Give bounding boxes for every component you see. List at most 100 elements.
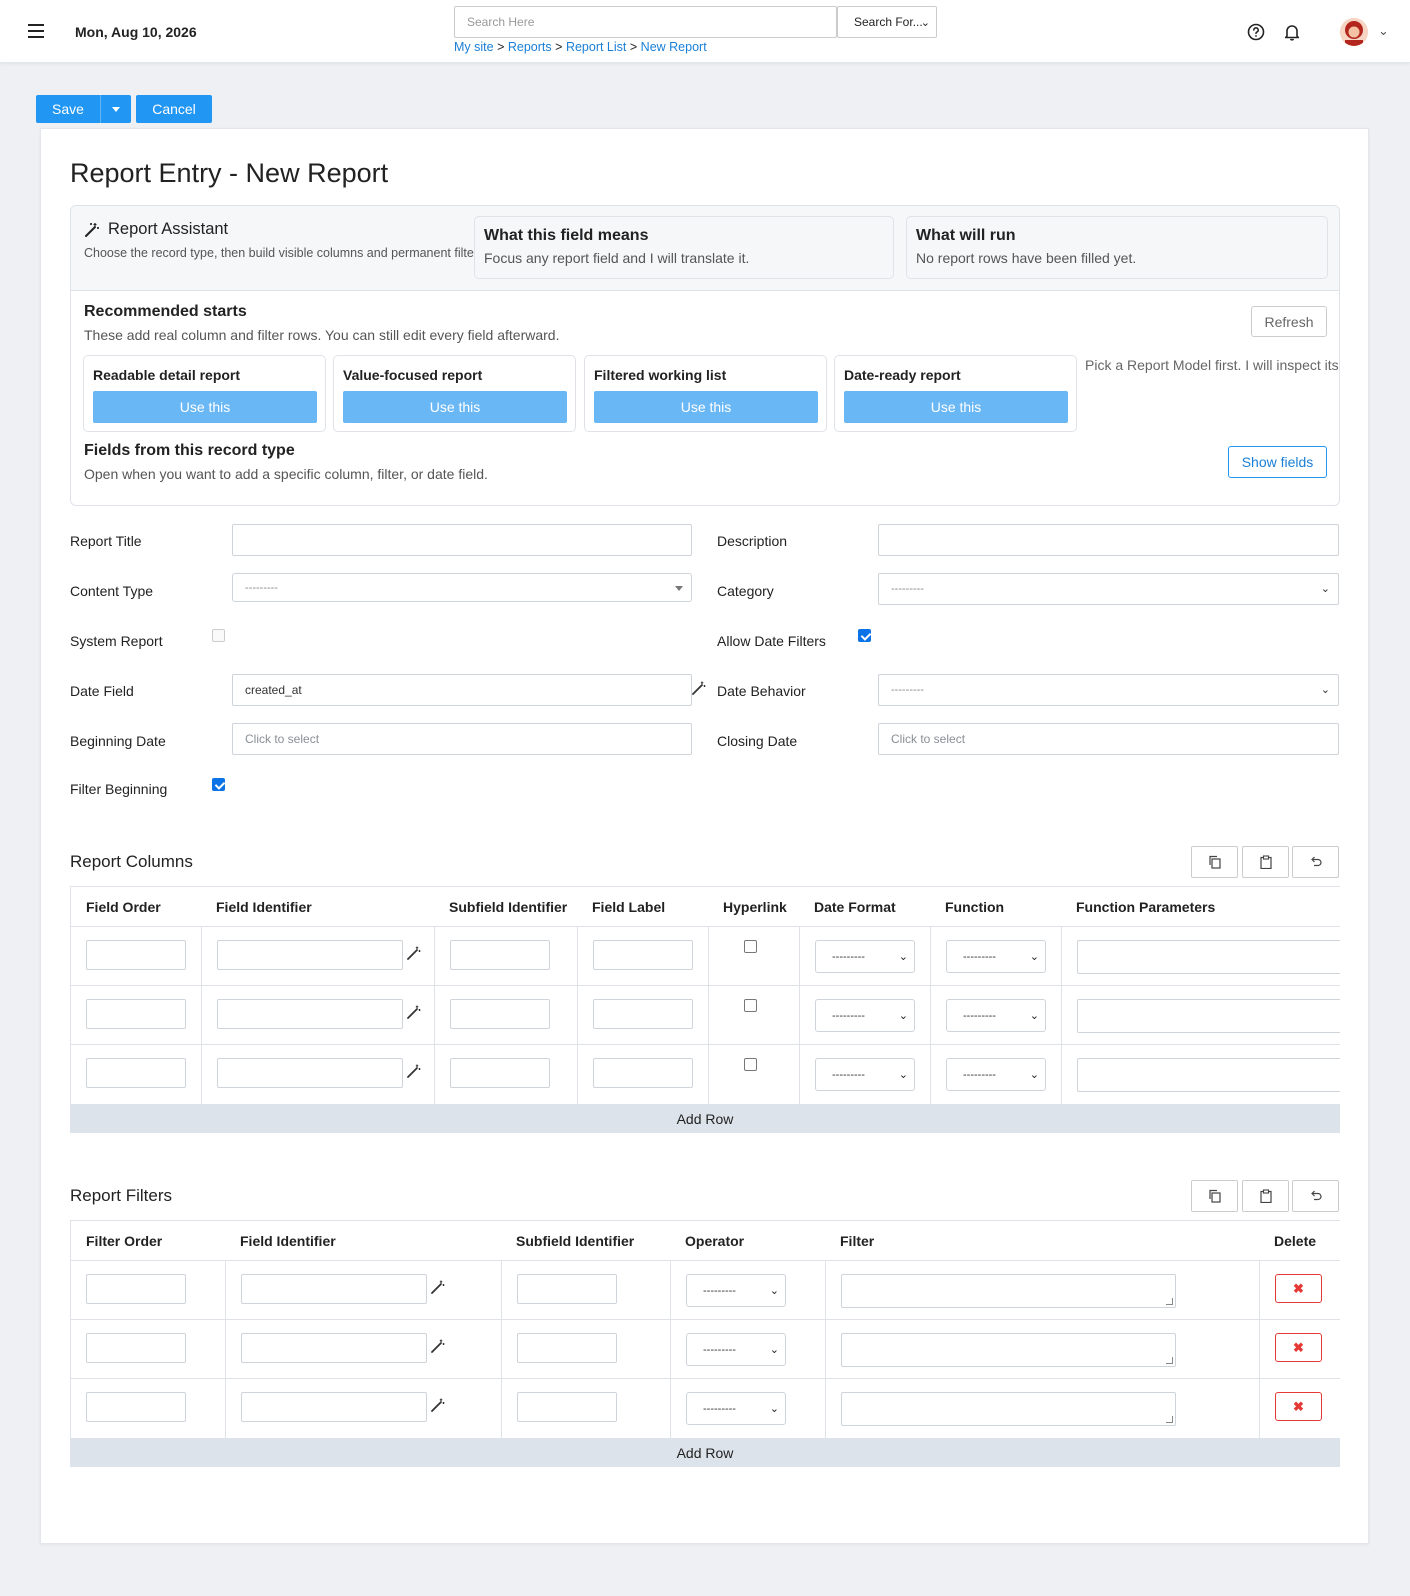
chevron-down-icon: ⌄ (769, 1403, 779, 1415)
refresh-button[interactable]: Refresh (1251, 306, 1327, 337)
show-fields-button[interactable]: Show fields (1228, 446, 1327, 478)
beginning-date-input[interactable]: Click to select (232, 723, 692, 755)
report-title-input[interactable] (232, 524, 692, 556)
close-icon: ✖ (1293, 1398, 1304, 1414)
undo-button[interactable] (1292, 846, 1339, 878)
report-assistant: Report Assistant Choose the record type,… (70, 205, 1340, 506)
use-this-button[interactable]: Use this (844, 391, 1068, 423)
field-identifier-input[interactable] (217, 940, 403, 970)
breadcrumb-new-report[interactable]: New Report (641, 40, 707, 54)
add-filter-row-button[interactable]: Add Row (70, 1438, 1340, 1467)
subfield-identifier-input[interactable] (450, 940, 550, 970)
operator-select[interactable]: --------- ⌄ (686, 1333, 786, 1366)
filter-beginning-checkbox[interactable] (212, 778, 225, 791)
filter-order-input[interactable] (86, 1274, 186, 1304)
operator-select[interactable]: --------- ⌄ (686, 1274, 786, 1307)
filter-order-input[interactable] (86, 1333, 186, 1363)
hyperlink-checkbox[interactable] (744, 940, 757, 953)
chevron-down-icon: ⌄ (898, 951, 908, 963)
use-this-button[interactable]: Use this (343, 391, 567, 423)
paste-button[interactable] (1242, 1180, 1289, 1212)
field-identifier-input[interactable] (241, 1333, 427, 1363)
use-this-button[interactable]: Use this (594, 391, 818, 423)
category-value: --------- (891, 583, 924, 595)
function-select[interactable]: --------- ⌄ (946, 999, 1046, 1032)
content-type-select[interactable]: --------- (232, 573, 692, 602)
save-button[interactable]: Save (36, 95, 131, 123)
field-order-input[interactable] (86, 1058, 186, 1088)
field-identifier-input[interactable] (217, 1058, 403, 1088)
bell-icon[interactable] (1281, 21, 1303, 43)
system-report-checkbox[interactable] (212, 629, 225, 642)
field-identifier-input[interactable] (241, 1274, 427, 1304)
use-this-button[interactable]: Use this (93, 391, 317, 423)
menu-icon[interactable] (28, 24, 44, 38)
breadcrumb-my-site[interactable]: My site (454, 40, 494, 54)
function-parameters-input[interactable] (1077, 940, 1340, 974)
date-format-select[interactable]: --------- ⌄ (815, 940, 915, 973)
cancel-button[interactable]: Cancel (136, 95, 212, 123)
filter-order-input[interactable] (86, 1392, 186, 1422)
undo-button[interactable] (1292, 1180, 1339, 1212)
date-format-select[interactable]: --------- ⌄ (815, 1058, 915, 1091)
allow-date-filters-checkbox[interactable] (858, 629, 871, 642)
field-label-input[interactable] (593, 940, 693, 970)
subfield-identifier-input[interactable] (450, 1058, 550, 1088)
field-label-input[interactable] (593, 999, 693, 1029)
subfield-identifier-input[interactable] (517, 1392, 617, 1422)
search-input[interactable] (454, 6, 837, 38)
function-parameters-input[interactable] (1077, 999, 1340, 1033)
closing-date-input[interactable]: Click to select (878, 723, 1339, 755)
breadcrumb-reports[interactable]: Reports (508, 40, 552, 54)
operator-select[interactable]: --------- ⌄ (686, 1392, 786, 1425)
paste-button[interactable] (1242, 846, 1289, 878)
hyperlink-checkbox[interactable] (744, 999, 757, 1012)
column-header: Field Identifier (216, 898, 312, 915)
add-column-row-button[interactable]: Add Row (70, 1104, 1340, 1133)
field-identifier-input[interactable] (217, 999, 403, 1029)
subfield-identifier-input[interactable] (517, 1333, 617, 1363)
filter-textarea[interactable] (841, 1333, 1176, 1367)
delete-row-button[interactable]: ✖ (1275, 1392, 1322, 1421)
function-select[interactable]: --------- ⌄ (946, 1058, 1046, 1091)
function-parameters-input[interactable] (1077, 1058, 1340, 1092)
delete-row-button[interactable]: ✖ (1275, 1274, 1322, 1303)
chevron-down-icon: ⌄ (1029, 1069, 1039, 1081)
subfield-identifier-input[interactable] (517, 1274, 617, 1304)
breadcrumb-report-list[interactable]: Report List (566, 40, 626, 54)
copy-button[interactable] (1191, 846, 1238, 878)
wand-icon[interactable] (431, 1398, 445, 1412)
wand-icon[interactable] (407, 946, 421, 960)
subfield-identifier-input[interactable] (450, 999, 550, 1029)
avatar[interactable] (1340, 18, 1368, 46)
wand-icon[interactable] (431, 1339, 445, 1353)
help-icon[interactable] (1245, 21, 1267, 43)
wand-icon[interactable] (431, 1280, 445, 1294)
chevron-down-icon[interactable]: ⌄ (1378, 23, 1389, 39)
field-order-input[interactable] (86, 999, 186, 1029)
wand-icon[interactable] (407, 1064, 421, 1078)
pick-model-message: Pick a Report Model first. I will inspec… (1085, 357, 1339, 373)
filter-textarea[interactable] (841, 1274, 1176, 1308)
card-title: Filtered working list (594, 367, 727, 383)
will-run-title: What will run (916, 227, 1016, 244)
save-dropdown-toggle[interactable] (100, 95, 131, 123)
field-label-input[interactable] (593, 1058, 693, 1088)
copy-button[interactable] (1191, 1180, 1238, 1212)
delete-row-button[interactable]: ✖ (1275, 1333, 1322, 1362)
wand-icon[interactable] (692, 681, 706, 695)
undo-icon (1310, 1190, 1322, 1201)
date-behavior-select[interactable]: --------- ⌄ (878, 674, 1339, 706)
category-select[interactable]: --------- ⌄ (878, 573, 1339, 605)
search-for-select[interactable]: Search For... ⌄ (837, 6, 937, 38)
assistant-subtitle: Choose the record type, then build visib… (84, 246, 474, 260)
field-identifier-input[interactable] (241, 1392, 427, 1422)
hyperlink-checkbox[interactable] (744, 1058, 757, 1071)
field-order-input[interactable] (86, 940, 186, 970)
function-select[interactable]: --------- ⌄ (946, 940, 1046, 973)
date-field-input[interactable]: created_at (232, 674, 692, 706)
description-input[interactable] (878, 524, 1339, 556)
date-format-select[interactable]: --------- ⌄ (815, 999, 915, 1032)
filter-textarea[interactable] (841, 1392, 1176, 1426)
wand-icon[interactable] (407, 1005, 421, 1019)
